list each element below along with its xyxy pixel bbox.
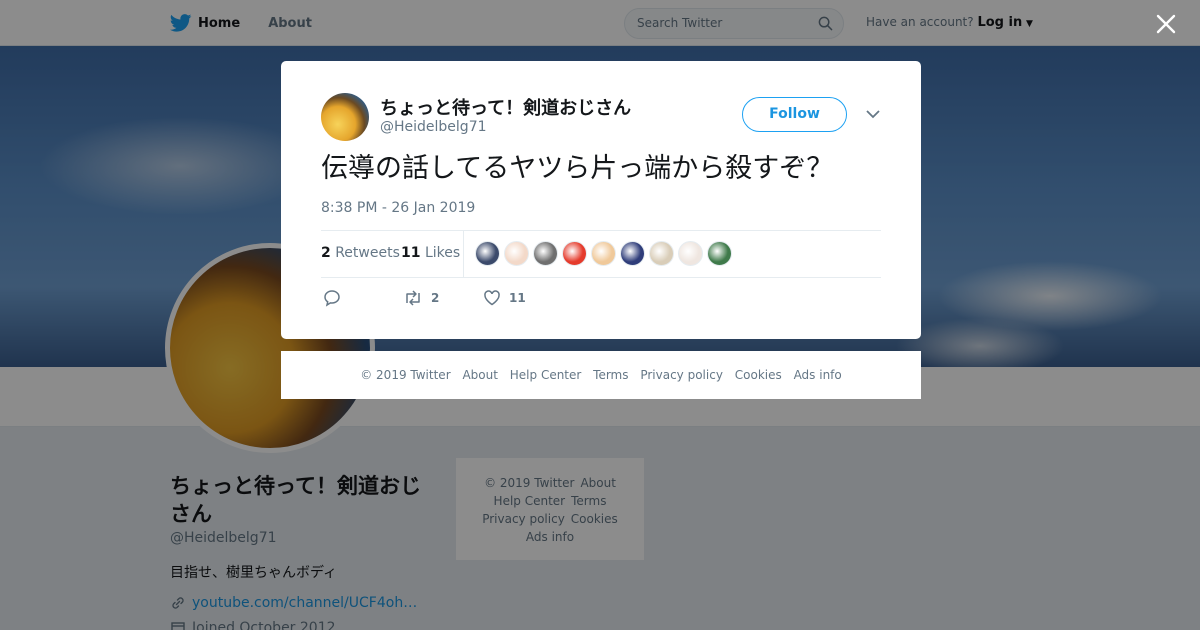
likes-label: Likes [424, 245, 461, 261]
tweet-author-handle[interactable]: @Heidelbelg71 [380, 119, 487, 135]
like-action[interactable]: 11 [483, 289, 526, 307]
chevron-down-icon[interactable] [866, 109, 880, 119]
liker-avatar[interactable] [504, 241, 529, 266]
modal-footer: © 2019 Twitter About Help Center Terms P… [281, 351, 921, 399]
modal-footer-privacy-link[interactable]: Privacy policy [640, 368, 723, 382]
retweet-action-count: 2 [431, 291, 440, 305]
liker-avatar[interactable] [678, 241, 703, 266]
tweet-author-name[interactable]: ちょっと待って！剣道おじさん [380, 94, 631, 120]
retweets-label: Retweets [335, 245, 400, 261]
modal-footer-cookies-link[interactable]: Cookies [735, 368, 782, 382]
liker-avatar[interactable] [533, 241, 558, 266]
tweet-modal: ちょっと待って！剣道おじさん @Heidelbelg71 Follow 伝導の話… [281, 61, 921, 339]
retweet-icon [406, 290, 420, 306]
close-icon[interactable] [1156, 14, 1176, 34]
heart-icon [484, 290, 500, 306]
liker-avatar[interactable] [562, 241, 587, 266]
liker-avatars [475, 241, 736, 266]
tweet-stats: 2 Retweets 11 Likes [321, 230, 881, 278]
liker-avatar[interactable] [707, 241, 732, 266]
tweet-text: 伝導の話してるヤツら片っ端から殺すぞ？ [321, 153, 834, 184]
liker-avatar[interactable] [620, 241, 645, 266]
reply-icon [324, 290, 340, 307]
modal-footer-copyright: © 2019 Twitter [360, 368, 451, 382]
tweet-timestamp[interactable]: 8:38 PM - 26 Jan 2019 [321, 200, 475, 216]
tweet-author-avatar[interactable] [321, 93, 369, 141]
likes-stat[interactable]: 11 Likes [401, 245, 460, 261]
reply-action[interactable] [323, 289, 349, 307]
liker-avatar[interactable] [475, 241, 500, 266]
likes-count: 11 [401, 245, 421, 261]
modal-footer-help-link[interactable]: Help Center [510, 368, 582, 382]
modal-footer-ads-link[interactable]: Ads info [794, 368, 842, 382]
retweet-action[interactable]: 2 [403, 289, 439, 307]
like-action-count: 11 [509, 291, 526, 305]
stats-divider [463, 231, 464, 277]
liker-avatar[interactable] [591, 241, 616, 266]
modal-footer-about-link[interactable]: About [462, 368, 497, 382]
tweet-actions: 2 11 [321, 289, 881, 309]
modal-footer-terms-link[interactable]: Terms [593, 368, 628, 382]
follow-button[interactable]: Follow [742, 97, 847, 132]
retweets-count: 2 [321, 245, 331, 261]
retweets-stat[interactable]: 2 Retweets [321, 245, 400, 261]
liker-avatar[interactable] [649, 241, 674, 266]
